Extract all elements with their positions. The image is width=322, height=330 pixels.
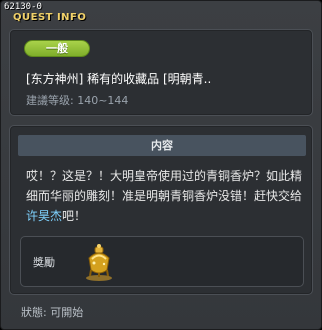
quest-content-panel: 内容 哎！？这是？！大明皇帝使用过的青铜香炉？如此精细而华丽的雕刻！准是明朝青铜… <box>9 125 313 295</box>
quest-level: 建議等级: 140~144 <box>26 94 129 107</box>
quest-category-badge: 一般 <box>24 40 90 57</box>
quest-id: 62130-0 <box>4 2 42 12</box>
npc-name-link[interactable]: 许昊杰 <box>26 209 62 223</box>
quest-info-window: 62130-0 QUEST INFO 一般 [东方神州] 稀有的收藏品 [明朝青… <box>0 0 322 330</box>
reward-label: 獎勵 <box>33 256 55 269</box>
window-title: QUEST INFO <box>13 12 87 23</box>
reward-box: 獎勵 <box>20 236 304 287</box>
description-text: 哎！？这是？！大明皇帝使用过的青铜香炉？如此精细而华丽的雕刻！准是明朝青铜香炉没… <box>26 169 303 203</box>
quest-summary-panel: 一般 [东方神州] 稀有的收藏品 [明朝青.. 建議等级: 140~144 <box>9 29 313 116</box>
gold-incense-burner-icon[interactable] <box>79 242 119 282</box>
description-text-end: 吧！ <box>62 209 87 223</box>
quest-status: 狀態: 可開始 <box>21 306 84 319</box>
quest-name: [东方神州] 稀有的收藏品 [明朝青.. <box>26 72 212 86</box>
quest-description: 哎！？这是？！大明皇帝使用过的青铜香炉？如此精细而华丽的雕刻！准是明朝青铜香炉没… <box>26 166 302 226</box>
content-heading: 内容 <box>18 135 306 156</box>
